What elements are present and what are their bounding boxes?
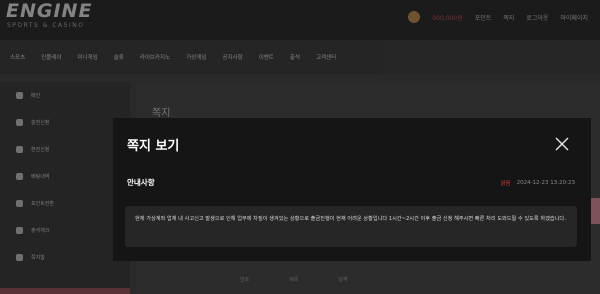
menu-icon	[16, 254, 23, 261]
sidebar-item[interactable]: 포인트전환	[0, 190, 130, 217]
menu-icon	[16, 227, 23, 234]
points-link[interactable]: 포인트	[475, 13, 492, 22]
read-status-badge: 읽음	[500, 181, 511, 187]
logout-link[interactable]: 로그아웃	[526, 13, 548, 22]
column-header: 날짜	[338, 277, 348, 283]
message-subject: 안내사항	[127, 178, 155, 187]
page: ENGINE SPORTS & CASINO 000,000원 포인트 쪽지 로…	[0, 0, 600, 294]
menu-icon	[16, 92, 23, 99]
nav-item[interactable]: 스포츠	[10, 53, 25, 61]
sidebar-item-label: 환전신청	[31, 147, 50, 153]
sidebar-item[interactable]: 출석체크	[0, 217, 130, 244]
sidebar-item[interactable]: 환전신청	[0, 136, 130, 163]
message-body: 현재 가상계좌 업체 내 사고신고 발생으로 인해 업무에 차질이 생겨있는 상…	[125, 206, 577, 247]
nav-item[interactable]: 가상게임	[186, 53, 206, 61]
sidebar-item-label: 출석체크	[31, 228, 50, 234]
message-meta: 읽음 2024-12-23 13:20:23	[500, 179, 575, 187]
sidebar-active-indicator	[0, 288, 130, 294]
message-timestamp: 2024-12-23 13:20:23	[516, 180, 575, 186]
sidebar-item[interactable]: 충전신청	[0, 109, 130, 136]
menu-icon	[16, 146, 23, 153]
nav-item[interactable]: 고객센터	[316, 53, 336, 61]
mypage-link[interactable]: 마이페이지	[560, 13, 588, 22]
sidebar-item-label: 쪽지함	[31, 255, 45, 261]
sidebar: 메인 충전신청 환전신청 배팅내역 포인트전환 출석체크 쪽지함	[0, 82, 130, 294]
sidebar-item[interactable]: 쪽지함	[0, 244, 130, 271]
nav-item[interactable]: 라이브카지노	[140, 53, 170, 61]
message-view-modal: 쪽지 보기 안내사항 읽음 2024-12-23 13:20:23 현재 가상계…	[113, 118, 591, 261]
balance: 000,000원	[432, 14, 463, 22]
menu-icon	[16, 119, 23, 126]
sidebar-item-label: 포인트전환	[31, 201, 55, 207]
content-title: 쪽지	[152, 108, 171, 119]
menu-icon	[16, 173, 23, 180]
nav-item[interactable]: 공지사항	[222, 53, 242, 61]
nav-item[interactable]: 출석	[290, 53, 300, 61]
table-header: 번호 제목 날짜	[240, 276, 348, 283]
sidebar-item[interactable]: 배팅내역	[0, 163, 130, 190]
site-logo[interactable]: ENGINE	[6, 0, 92, 22]
nav-item[interactable]: 인플레이	[41, 53, 61, 61]
message-text: 현재 가상계좌 업체 내 사고신고 발생으로 인해 업무에 차질이 생겨있는 상…	[135, 216, 566, 222]
close-button[interactable]	[554, 136, 570, 152]
sidebar-item-label: 충전신청	[31, 120, 50, 126]
user-menu: 000,000원 포인트 쪽지 로그아웃 마이페이지	[408, 11, 588, 23]
coin-icon	[408, 11, 421, 23]
messages-link[interactable]: 쪽지	[503, 13, 514, 22]
main-nav: 스포츠 인플레이 미니게임 슬롯 라이브카지노 가상게임 공지사항 이벤트 출석…	[0, 40, 600, 74]
menu-icon	[16, 200, 23, 207]
column-header: 제목	[289, 277, 299, 283]
close-icon[interactable]	[554, 136, 570, 152]
nav-item[interactable]: 미니게임	[77, 53, 97, 61]
sidebar-item-label: 메인	[31, 93, 41, 99]
site-logo-subtitle: SPORTS & CASINO	[7, 22, 85, 29]
modal-title: 쪽지 보기	[127, 139, 180, 154]
top-bar: ENGINE SPORTS & CASINO 000,000원 포인트 쪽지 로…	[0, 0, 600, 40]
nav-item[interactable]: 슬롯	[114, 53, 124, 61]
sidebar-item[interactable]: 메인	[0, 82, 130, 109]
nav-item[interactable]: 이벤트	[259, 53, 274, 61]
sidebar-item-label: 배팅내역	[31, 174, 50, 180]
column-header: 번호	[240, 277, 250, 283]
